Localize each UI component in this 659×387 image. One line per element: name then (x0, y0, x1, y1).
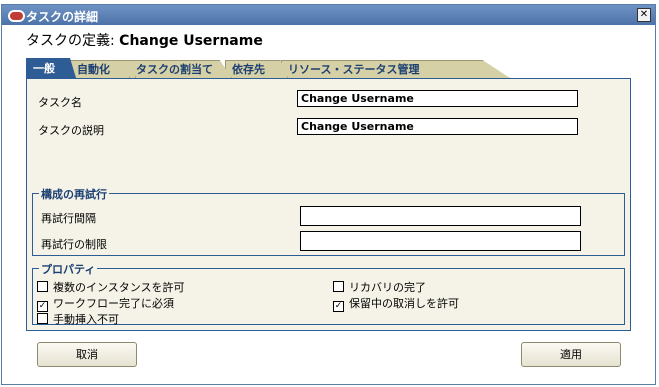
checkmark-icon: ✓ (333, 301, 344, 312)
general-tab-panel: タスク名 Change Username タスクの説明 Change Usern… (26, 78, 631, 331)
properties-title: プロパティ (39, 261, 98, 277)
tab-dependencies[interactable]: 依存先 (225, 60, 288, 78)
disable-manual-insert-checkbox[interactable]: 手動挿入不可 (37, 311, 119, 327)
page-title: タスクの定義: Change Username (26, 30, 263, 50)
retry-limit-field[interactable] (300, 231, 581, 251)
title-bar: タスクの詳細 ✕ (2, 5, 655, 25)
task-description-label: タスクの説明 (38, 124, 104, 137)
apply-button[interactable]: 適用 (521, 342, 621, 367)
retry-config-title: 構成の再試行 (39, 186, 109, 202)
checkbox-label: ワークフロー完了に必須 (53, 297, 174, 310)
checkbox-box (333, 281, 344, 292)
checkbox-label: 手動挿入不可 (53, 313, 119, 326)
tab-task-assignment[interactable]: タスクの割当て (129, 60, 232, 78)
checkbox-label: リカバリの完了 (349, 281, 426, 294)
task-description-field[interactable]: Change Username (297, 118, 578, 135)
allow-multiple-instances-checkbox[interactable]: 複数のインスタンスを許可 (37, 279, 185, 295)
task-name-label: タスク名 (38, 96, 82, 109)
required-for-completion-checkbox[interactable]: ✓ ワークフロー完了に必須 (37, 295, 174, 312)
page-title-prefix: タスクの定義: (26, 33, 120, 49)
tab-automation[interactable]: 自動化 (70, 60, 130, 78)
retry-limit-label: 再試行の制限 (41, 238, 107, 251)
checkbox-box (37, 313, 48, 324)
oracle-logo-icon (8, 10, 25, 22)
properties-group: プロパティ 複数のインスタンスを許可 ✓ ワークフロー完了に必須 手動挿入不可 リ… (32, 261, 625, 327)
window-title: タスクの詳細 (26, 10, 99, 24)
task-definition-name: Change Username (119, 33, 263, 49)
checkbox-box (37, 281, 48, 292)
task-name-field[interactable]: Change Username (297, 90, 578, 107)
retry-interval-label: 再試行間隔 (41, 212, 96, 225)
cancel-button[interactable]: 取消 (37, 342, 137, 367)
complete-on-recovery-checkbox[interactable]: リカバリの完了 (333, 279, 426, 295)
allow-cancel-pending-checkbox[interactable]: ✓ 保留中の取消しを許可 (333, 295, 459, 312)
tab-strip: リソース・ステータス管理 依存先 タスクの割当て 通知 自動化 一般 (26, 58, 626, 80)
close-icon[interactable]: ✕ (637, 8, 651, 22)
tab-resource-status[interactable]: リソース・ステータス管理 (281, 60, 510, 78)
checkbox-label: 保留中の取消しを許可 (349, 297, 459, 310)
retry-interval-field[interactable] (300, 206, 581, 226)
retry-config-group: 構成の再試行 再試行間隔 再試行の制限 (32, 186, 625, 256)
tab-general[interactable]: 一般 (26, 58, 76, 78)
checkbox-label: 複数のインスタンスを許可 (53, 281, 185, 294)
